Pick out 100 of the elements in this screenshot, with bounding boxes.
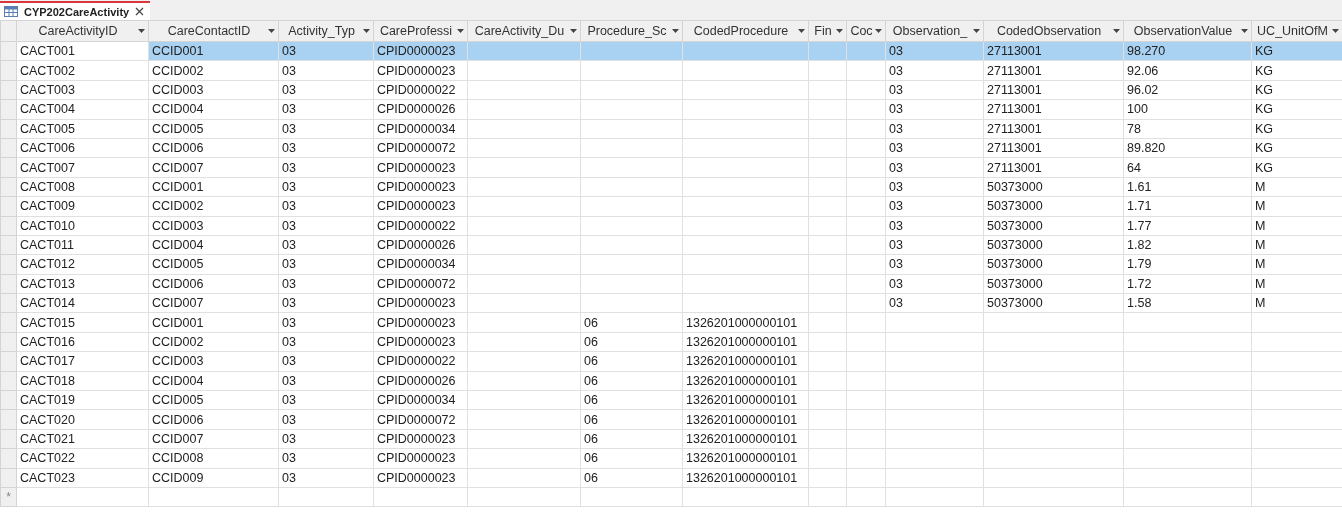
table-row[interactable]: CACT006 CCID006 03 CPID0000072 03 27113001 89.820 KG [0,138,1342,158]
column-header[interactable]: CodedObservation [983,20,1124,42]
table-cell [808,332,847,352]
table-row[interactable]: CACT023 CCID009 03 CPID0000023 06 1326201000000101 [0,468,1342,488]
row-selector[interactable] [0,274,17,294]
table-row[interactable]: CACT011 CCID004 03 CPID0000026 03 50373000 1.82 M [0,235,1342,255]
row-selector[interactable] [0,80,17,100]
table-cell [808,487,847,507]
table-row[interactable]: CACT020 CCID006 03 CPID0000072 06 1326201000000101 [0,409,1342,430]
row-selector[interactable] [0,99,17,120]
row-selector[interactable] [0,371,17,391]
row-selector[interactable] [0,60,17,81]
column-header[interactable]: CareProfessi [373,20,468,42]
table-row[interactable]: CACT008 CCID001 03 CPID0000023 03 50373000 1.61 M [0,177,1342,197]
table-cell: CPID0000022 [373,216,468,236]
caret-icon[interactable] [1113,29,1120,33]
table-cell: 03 [278,60,374,81]
row-selector[interactable] [0,351,17,372]
column-header[interactable]: UC_UnitOfM [1251,20,1342,42]
row-selector[interactable] [0,196,17,216]
caret-icon[interactable] [875,29,882,33]
table-cell [846,157,886,178]
row-selector[interactable] [0,293,17,313]
column-header[interactable]: CareActivityID [16,20,149,42]
table-row[interactable]: CACT004 CCID004 03 CPID0000026 03 27113001 100 KG [0,99,1342,120]
table-cell: 1326201000000101 [682,332,809,352]
column-header[interactable]: Fin [808,20,847,42]
table-row[interactable]: CACT002 CCID002 03 CPID0000023 03 27113001 92.06 KG [0,60,1342,81]
table-cell [846,429,886,449]
row-selector[interactable] [0,409,17,430]
caret-icon[interactable] [363,29,370,33]
table-cell: 1326201000000101 [682,390,809,410]
table-row[interactable]: CACT014 CCID007 03 CPID0000023 03 50373000 1.58 M [0,293,1342,313]
table-cell: CACT009 [16,196,149,216]
caret-icon[interactable] [1332,29,1339,33]
column-header[interactable]: Coc [846,20,886,42]
table-cell: 1.82 [1123,235,1252,255]
row-selector[interactable] [0,390,17,410]
table-cell: 03 [885,41,984,61]
caret-icon[interactable] [836,29,843,33]
column-header[interactable]: CodedProcedure [682,20,809,42]
row-selector[interactable] [0,157,17,178]
row-selector[interactable] [0,138,17,158]
caret-icon[interactable] [457,29,464,33]
column-header[interactable]: CareActivity_Du [467,20,581,42]
table-row[interactable]: CACT007 CCID007 03 CPID0000023 03 27113001 64 KG [0,157,1342,178]
select-all-corner[interactable] [0,20,17,42]
table-row[interactable]: CACT019 CCID005 03 CPID0000034 06 1326201000000101 [0,390,1342,410]
caret-icon[interactable] [1241,29,1248,33]
table-cell [846,371,886,391]
caret-icon[interactable] [570,29,577,33]
table-row[interactable]: CACT003 CCID003 03 CPID0000022 03 27113001 96.02 KG [0,80,1342,100]
row-selector[interactable] [0,119,17,139]
close-icon[interactable] [135,7,145,16]
column-header[interactable]: Activity_Typ [278,20,374,42]
caret-icon[interactable] [268,29,275,33]
table-cell: 89.820 [1123,138,1252,158]
column-header[interactable]: Procedure_Sc [580,20,683,42]
column-header[interactable]: CareContactID [148,20,279,42]
document-tab[interactable]: CYP202CareActivity [0,1,151,20]
caret-icon[interactable] [672,29,679,33]
column-label: Coc [850,24,873,38]
table-row[interactable]: CACT015 CCID001 03 CPID0000023 06 1326201000000101 [0,312,1342,333]
column-header[interactable]: ObservationValue [1123,20,1252,42]
table-cell [846,409,886,430]
table-cell [808,390,847,410]
table-row[interactable]: CACT009 CCID002 03 CPID0000023 03 50373000 1.71 M [0,196,1342,216]
column-label: CareProfessi [378,24,454,38]
row-selector[interactable] [0,41,17,61]
table-row[interactable]: CACT018 CCID004 03 CPID0000026 06 1326201000000101 [0,371,1342,391]
table-row[interactable]: CACT005 CCID005 03 CPID0000034 03 27113001 78 KG [0,119,1342,139]
table-cell: CCID006 [148,274,279,294]
row-selector[interactable] [0,468,17,488]
table-cell: 1326201000000101 [682,312,809,333]
column-header[interactable]: Observation_ [885,20,984,42]
row-selector[interactable] [0,448,17,469]
table-row[interactable]: CACT012 CCID005 03 CPID0000034 03 50373000 1.79 M [0,254,1342,275]
row-selector[interactable] [0,312,17,333]
table-row[interactable]: CACT010 CCID003 03 CPID0000022 03 50373000 1.77 M [0,216,1342,236]
table-row[interactable]: CACT017 CCID003 03 CPID0000022 06 1326201000000101 [0,351,1342,372]
caret-icon[interactable] [973,29,980,33]
row-selector[interactable] [0,332,17,352]
table-cell: 06 [580,351,683,372]
column-label: UC_UnitOfM [1256,24,1329,38]
caret-icon[interactable] [138,29,145,33]
row-selector[interactable] [0,177,17,197]
caret-icon[interactable] [798,29,805,33]
table-row[interactable]: CACT021 CCID007 03 CPID0000023 06 1326201000000101 [0,429,1342,449]
table-cell [808,119,847,139]
row-selector[interactable] [0,254,17,275]
table-row[interactable]: CACT001 CCID001 03 CPID0000023 03 27113001 98.270 KG [0,41,1342,61]
table-cell [808,254,847,275]
table-row[interactable]: CACT022 CCID008 03 CPID0000023 06 1326201000000101 [0,448,1342,469]
table-cell: CCID001 [148,41,279,61]
table-cell [808,235,847,255]
table-row[interactable]: CACT016 CCID002 03 CPID0000023 06 1326201000000101 [0,332,1342,352]
row-selector[interactable] [0,216,17,236]
row-selector[interactable] [0,235,17,255]
row-selector[interactable] [0,429,17,449]
table-row[interactable]: CACT013 CCID006 03 CPID0000072 03 50373000 1.72 M [0,274,1342,294]
